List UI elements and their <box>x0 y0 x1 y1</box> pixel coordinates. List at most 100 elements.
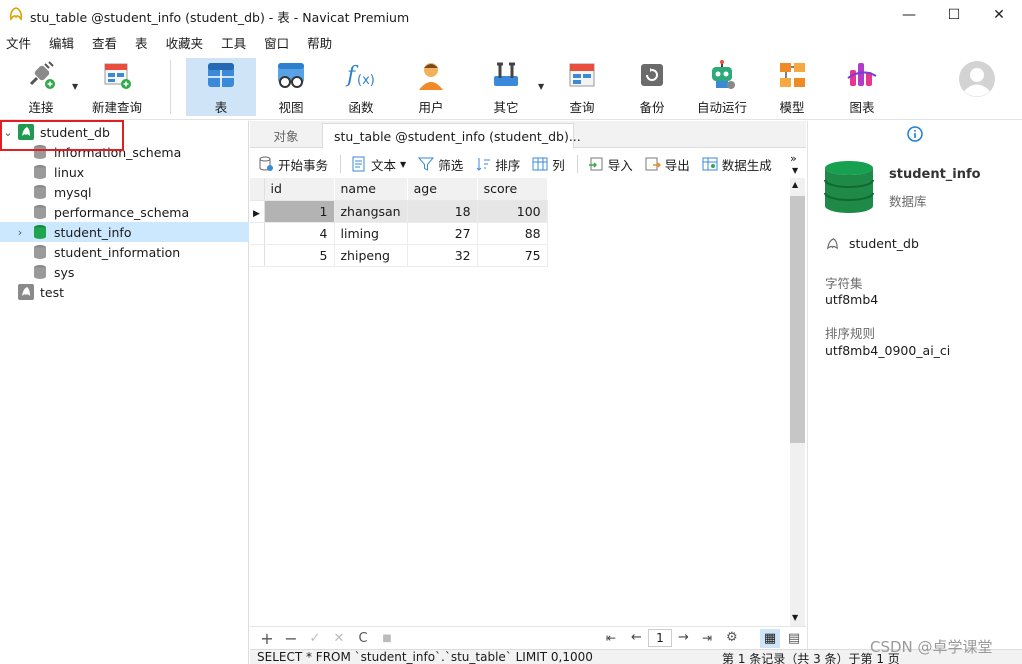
data-generation-button[interactable]: 数据生成 <box>702 155 772 174</box>
tree-database-item[interactable]: student_information <box>0 242 249 262</box>
previous-page-icon[interactable]: ← <box>631 630 642 645</box>
tree-database-item[interactable]: performance_schema <box>0 202 249 222</box>
text-document-icon <box>352 156 365 172</box>
table-cell[interactable]: 88 <box>477 222 548 245</box>
filter-button[interactable]: 筛选 <box>418 155 463 174</box>
first-page-icon[interactable]: ⇤ <box>606 631 616 645</box>
menu-favorites[interactable]: 收藏夹 <box>160 33 216 52</box>
table-row[interactable]: 5 zhipeng 32 75 <box>250 244 548 267</box>
import-button[interactable]: 导入 <box>588 155 633 174</box>
export-button[interactable]: 导出 <box>645 155 690 174</box>
user-button[interactable]: 用户 <box>402 58 460 116</box>
table-cell[interactable]: zhipeng <box>334 244 408 267</box>
grid-view-icon[interactable]: ▦ <box>760 629 780 648</box>
other-button[interactable]: 其它 <box>478 58 534 116</box>
apply-changes-button[interactable]: ✓ <box>308 631 322 646</box>
table-cell[interactable]: 5 <box>264 244 335 267</box>
info-db-name: student_info <box>889 167 981 182</box>
table-row[interactable]: ▶ 1 zhangsan 18 100 <box>250 200 548 223</box>
user-icon <box>419 63 443 90</box>
tree-connection-test[interactable]: test <box>0 282 249 302</box>
menu-file[interactable]: 文件 <box>0 33 43 52</box>
tree-database-item[interactable]: linux <box>0 162 249 182</box>
status-sql: SELECT * FROM `student_info`.`stu_table`… <box>257 650 593 664</box>
menu-table[interactable]: 表 <box>129 33 160 52</box>
delete-record-button[interactable]: − <box>284 629 298 648</box>
begin-transaction-label: 开始事务 <box>278 157 329 173</box>
minimize-button[interactable]: — <box>886 0 932 30</box>
table-cell[interactable]: 100 <box>477 200 548 223</box>
query-button[interactable]: 查询 <box>554 58 610 116</box>
backup-button[interactable]: 备份 <box>624 58 680 116</box>
function-button[interactable]: f (x) 函数 <box>332 58 390 116</box>
menu-window[interactable]: 窗口 <box>258 33 301 52</box>
table-row[interactable]: 4 liming 27 88 <box>250 222 548 245</box>
table-cell[interactable]: 1 <box>264 200 335 223</box>
connect-dropdown-icon[interactable]: ▼ <box>72 82 78 91</box>
table-cell[interactable]: 27 <box>407 222 478 245</box>
last-page-icon[interactable]: ⇥ <box>702 631 712 645</box>
tab-stu-table[interactable]: stu_table @student_info (student_db)... <box>322 123 581 148</box>
menu-help[interactable]: 帮助 <box>301 33 344 52</box>
row-header[interactable] <box>250 222 265 245</box>
tree-database-item[interactable]: sys <box>0 262 249 282</box>
tree-database-item[interactable]: mysql <box>0 182 249 202</box>
form-view-icon[interactable]: ▤ <box>784 629 804 648</box>
text-label: 文本 <box>371 157 397 173</box>
menu-view[interactable]: 查看 <box>86 33 129 52</box>
begin-transaction-button[interactable]: 开始事务 <box>258 155 328 174</box>
scroll-down-icon[interactable]: ▼ <box>792 613 798 622</box>
text-dropdown-icon[interactable]: ▼ <box>400 160 406 169</box>
current-row-indicator-icon[interactable]: ▶ <box>250 200 265 223</box>
table-cell[interactable]: zhangsan <box>334 200 408 223</box>
table-cell[interactable]: 18 <box>407 200 478 223</box>
new-query-icon <box>104 63 131 89</box>
column-header-name[interactable]: name <box>334 178 408 201</box>
page-number-field[interactable]: 1 <box>648 629 672 647</box>
columns-button[interactable]: 列 <box>532 155 565 174</box>
scroll-up-icon[interactable]: ▲ <box>792 180 798 189</box>
discard-changes-button[interactable]: ✕ <box>332 631 346 646</box>
table-cell[interactable]: 75 <box>477 244 548 267</box>
toolbar-dropdown-icon[interactable]: ▼ <box>792 166 798 175</box>
refresh-button[interactable]: C <box>356 631 370 646</box>
grid-footer: + − ✓ ✕ C ■ ⇤ ← 1 → ⇥ ⚙ ▦ ▤ <box>250 626 806 649</box>
menu-tools[interactable]: 工具 <box>215 33 258 52</box>
info-icon[interactable] <box>907 126 923 142</box>
chart-button[interactable]: 图表 <box>834 58 890 116</box>
tree-connection-label: test <box>40 284 65 300</box>
chart-icon <box>847 63 877 86</box>
navigation-tree: ⌄ student_db information_schema linux my… <box>0 121 249 664</box>
avatar-icon[interactable] <box>958 60 996 98</box>
expand-chevron-icon[interactable]: › <box>14 226 26 239</box>
menu-edit[interactable]: 编辑 <box>43 33 86 52</box>
column-header-id[interactable]: id <box>264 178 335 201</box>
next-page-icon[interactable]: → <box>678 630 689 645</box>
scrollbar-thumb[interactable] <box>790 196 805 443</box>
robot-icon <box>712 60 735 89</box>
table-cell[interactable]: liming <box>334 222 408 245</box>
sort-button[interactable]: 排序 <box>475 155 520 174</box>
close-button[interactable]: ✕ <box>976 0 1022 30</box>
toolbar-overflow-icon[interactable]: » <box>790 152 797 165</box>
table-button[interactable]: 表 <box>186 58 256 116</box>
model-button[interactable]: 模型 <box>764 58 820 116</box>
new-query-button[interactable]: 新建查询 <box>88 58 146 116</box>
column-header-age[interactable]: age <box>407 178 478 201</box>
row-header[interactable] <box>250 244 265 267</box>
connect-button[interactable]: 连接 <box>16 58 66 116</box>
settings-gear-icon[interactable]: ⚙ <box>726 630 738 645</box>
column-header-score[interactable]: score <box>477 178 548 201</box>
add-record-button[interactable]: + <box>260 629 274 648</box>
tree-database-student-info[interactable]: › student_info <box>0 222 249 242</box>
text-button[interactable]: 文本 ▼ <box>351 155 406 174</box>
stop-button[interactable]: ■ <box>380 633 394 644</box>
tab-objects[interactable]: 对象 <box>250 123 322 148</box>
maximize-button[interactable]: ☐ <box>931 0 977 30</box>
view-button[interactable]: 视图 <box>262 58 320 116</box>
table-cell[interactable]: 4 <box>264 222 335 245</box>
table-cell[interactable]: 32 <box>407 244 478 267</box>
automation-button[interactable]: 自动运行 <box>692 58 752 116</box>
other-dropdown-icon[interactable]: ▼ <box>538 82 544 91</box>
database-large-icon <box>824 161 874 213</box>
